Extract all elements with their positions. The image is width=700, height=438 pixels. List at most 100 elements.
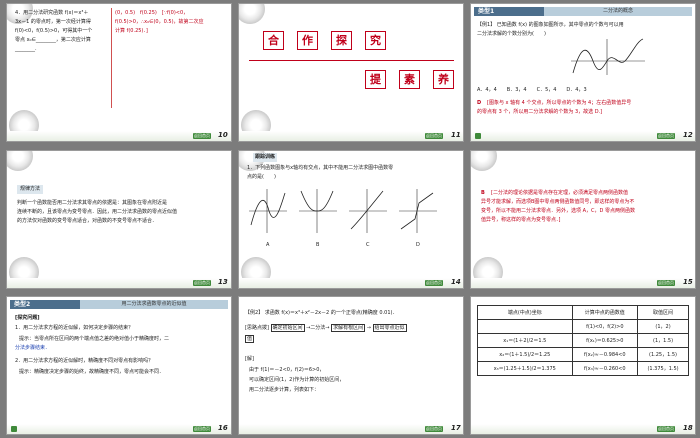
answer-line: 异号才能求解，而选项B图中零点两侧函数值同号，即这样的零点为不 bbox=[481, 199, 635, 205]
option-label: B bbox=[316, 242, 320, 248]
slide-footer: 返回首页 bbox=[239, 278, 463, 288]
thinking-line: 值 bbox=[245, 335, 255, 343]
table-row: f(1)<0，f(2)>0 (1，2) bbox=[477, 319, 689, 334]
table-row: x₂＝(1＋1.5)/2＝1.25 f(x₂)≈－0.984<0 (1.25，1… bbox=[477, 347, 689, 362]
table-cell: f(x₂)≈－0.984<0 bbox=[571, 347, 639, 362]
slide-thumbnail-17[interactable]: 【例2】 求函数 f(x)＝x³＋x²－2x－2 的一个正零点(精确度 0.01… bbox=[238, 296, 464, 435]
section-title: 二分法的概念 bbox=[544, 7, 692, 16]
slide-footer: 返回首页 bbox=[7, 278, 231, 288]
home-button[interactable]: 返回首页 bbox=[425, 133, 443, 139]
home-button[interactable]: 返回首页 bbox=[657, 280, 675, 286]
back-button[interactable] bbox=[11, 426, 17, 432]
explore-label: [探究问题] bbox=[15, 315, 40, 321]
answer-letter: B bbox=[481, 190, 485, 196]
slide-thumbnail-16[interactable]: 类型2 用二分法求函数零点的近似值 [探究问题] 1．用二分法求方程的近似解，如… bbox=[6, 296, 232, 435]
flower-decoration bbox=[239, 4, 265, 24]
slide-thumbnail-13[interactable]: 规律方法 判断一个函数能否用二分法求其零点的依据是：其图象在零点附近是 连续不断… bbox=[6, 150, 232, 289]
back-button[interactable] bbox=[475, 133, 481, 139]
question-line: 4．用二分法研究函数 f(x)＝x³＋ bbox=[15, 10, 89, 16]
answer-line: [图象与 x 轴有 4 个交点，所以零点的个数为 4；左右函数值异号 bbox=[487, 100, 632, 106]
title-char: 探 bbox=[331, 31, 352, 50]
table-header: 计算中点的函数值 bbox=[571, 305, 639, 320]
home-button[interactable]: 返回首页 bbox=[657, 426, 675, 432]
slide-footer: 返回首页 bbox=[471, 131, 695, 141]
slide-number: 13 bbox=[218, 278, 228, 286]
slide-footer: 返回首页 bbox=[7, 424, 231, 434]
slide-thumbnail-14[interactable]: 跟踪训练 1．下列函数图象与x轴均有交点，其中不能用二分法求图中函数零 点的是(… bbox=[238, 150, 464, 289]
table-cell: f(x₃)≈－0.260<0 bbox=[571, 361, 639, 376]
slide-footer: 返回首页 bbox=[239, 424, 463, 434]
table-cell: (1，2) bbox=[637, 319, 689, 334]
title-char: 究 bbox=[365, 31, 386, 50]
table-cell: f(x₁)＝0.625>0 bbox=[571, 333, 639, 348]
slide-thumbnail-10[interactable]: 4．用二分法研究函数 f(x)＝x³＋ 3x－1 的零点时，第一次经计算得 f(… bbox=[6, 3, 232, 142]
question-line: 1．下列函数图象与x轴均有交点，其中不能用二分法求图中函数零 bbox=[247, 165, 394, 171]
question-line: 零点 x₀∈________，第二次应计算 bbox=[15, 37, 91, 43]
question-line: 【例1】 已知函数 f(x) 的图象如图所示，其中零点的个数与可以用 bbox=[477, 22, 624, 28]
question-line: 1．用二分法求方程的近似解，如何决定步骤的结束？ bbox=[15, 325, 134, 331]
home-button[interactable]: 返回首页 bbox=[425, 426, 443, 432]
option-label: D bbox=[416, 242, 420, 248]
title-char: 提 bbox=[365, 70, 386, 89]
answer-line: 变号，所以不能用二分法求零点．另外，选项 A，C，D 零点两侧函数 bbox=[481, 208, 635, 214]
home-button[interactable]: 返回首页 bbox=[193, 133, 211, 139]
table-cell: (1.25，1.5) bbox=[637, 347, 689, 362]
answer-line: (0，0.5) f(0.25) [∵f(0)<0， bbox=[115, 10, 189, 16]
slide-thumbnail-11[interactable]: 合 作 探 究 提 素 养 返回首页 bbox=[238, 3, 464, 142]
slide-thumbnail-12[interactable]: 类型1 二分法的概念 【例1】 已知函数 f(x) 的图象如图所示，其中零点的个… bbox=[470, 3, 696, 142]
table-cell: f(1)<0，f(2)>0 bbox=[571, 319, 639, 334]
home-button[interactable]: 返回首页 bbox=[425, 280, 443, 286]
slide-number: 10 bbox=[218, 131, 228, 139]
slide-thumbnail-18[interactable]: 端点(中点)坐标 计算中点的函数值 取值区间 f(1)<0，f(2)>0 (1，… bbox=[470, 296, 696, 435]
table-row: x₁＝(1＋2)/2＝1.5 f(x₁)＝0.625>0 (1，1.5) bbox=[477, 333, 689, 348]
question-line: 3x－1 的零点时，第一次经计算得 bbox=[15, 19, 91, 25]
table-cell: x₁＝(1＋2)/2＝1.5 bbox=[477, 333, 573, 348]
home-button[interactable]: 返回首页 bbox=[657, 133, 675, 139]
table-header: 端点(中点)坐标 bbox=[477, 305, 573, 320]
table-row: x₃＝(1.25＋1.5)/2＝1.375 f(x₃)≈－0.260<0 (1.… bbox=[477, 361, 689, 376]
divider-line bbox=[249, 60, 454, 61]
section-title: 用二分法求函数零点的近似值 bbox=[80, 300, 228, 309]
slide-footer: 返回首页 bbox=[239, 131, 463, 141]
answer-line: f(0.5)>0，∴x₀∈(0，0.5)，故第二次应 bbox=[115, 19, 204, 25]
section-tag: 类型2 bbox=[10, 300, 80, 309]
hint-line: 分法步骤结束． bbox=[15, 345, 51, 351]
solution-line: [解] bbox=[245, 356, 254, 362]
question-line: 2．用二分法求方程的近似解时，精确度不同对零点有影响吗？ bbox=[15, 358, 154, 364]
flower-decoration bbox=[471, 151, 497, 171]
slide-number: 16 bbox=[218, 424, 228, 432]
slide-footer: 返回首页 bbox=[7, 131, 231, 141]
table-header: 取值区间 bbox=[637, 305, 689, 320]
option-label: A bbox=[266, 242, 270, 248]
flower-decoration bbox=[7, 151, 33, 171]
answer-line: 的零点有 3 个，所以用二分法求解的个数为 3，故选 D.] bbox=[477, 109, 603, 115]
table-cell: x₂＝(1＋1.5)/2＝1.25 bbox=[477, 347, 573, 362]
answer-line: 值异号，称这样的零点为变号零点．] bbox=[481, 217, 561, 223]
option-graphs bbox=[249, 189, 437, 233]
slide-thumbnail-15[interactable]: B [二分法的理论依据是零点存在定理，必须满足零点两侧函数值 异号才能求解，而选… bbox=[470, 150, 696, 289]
table-cell: (1，1.5) bbox=[637, 333, 689, 348]
slide-footer: 返回首页 bbox=[471, 278, 695, 288]
home-button[interactable]: 返回首页 bbox=[193, 280, 211, 286]
paragraph-line: 的方法仅对函数的变号零点适合，对函数的不变号零点不适合． bbox=[17, 218, 158, 224]
table-cell: (1.375，1.5) bbox=[637, 361, 689, 376]
title-char: 合 bbox=[263, 31, 284, 50]
slide-number: 12 bbox=[683, 131, 693, 139]
slide-number: 17 bbox=[451, 424, 461, 432]
title-char: 作 bbox=[297, 31, 318, 50]
option-label: C bbox=[366, 242, 370, 248]
answer-line: [二分法的理论依据是零点存在定理，必须满足零点两侧函数值 bbox=[491, 190, 628, 196]
table-header-row: 端点(中点)坐标 计算中点的函数值 取值区间 bbox=[477, 305, 689, 320]
track-tag: 跟踪训练 bbox=[253, 153, 278, 162]
bisection-table: 端点(中点)坐标 计算中点的函数值 取值区间 f(1)<0，f(2)>0 (1，… bbox=[477, 305, 689, 376]
home-button[interactable]: 返回首页 bbox=[193, 426, 211, 432]
answer-letter: D bbox=[477, 100, 482, 106]
answer-line: 计算 f(0.25)．] bbox=[115, 28, 148, 34]
slide-number: 15 bbox=[683, 278, 693, 286]
paragraph-line: 连续不断的，且该零点为变号零点．因此，用二分法求函数的零点近似值 bbox=[17, 209, 178, 215]
title-char: 养 bbox=[433, 70, 454, 89]
hint-line: 提示：当零点所在区间的两个端点值之差的绝对值小于精确度时，二 bbox=[19, 336, 170, 342]
hint-line: 提示：精确度决定步骤的始终，故精确度不同，零点可能会不同． bbox=[19, 369, 165, 375]
slide-number: 14 bbox=[451, 278, 461, 286]
thinking-line: [思路点拨] 确定初始区间 →二分法→ 求解有根区间 → 给出零点近似 bbox=[245, 324, 407, 332]
